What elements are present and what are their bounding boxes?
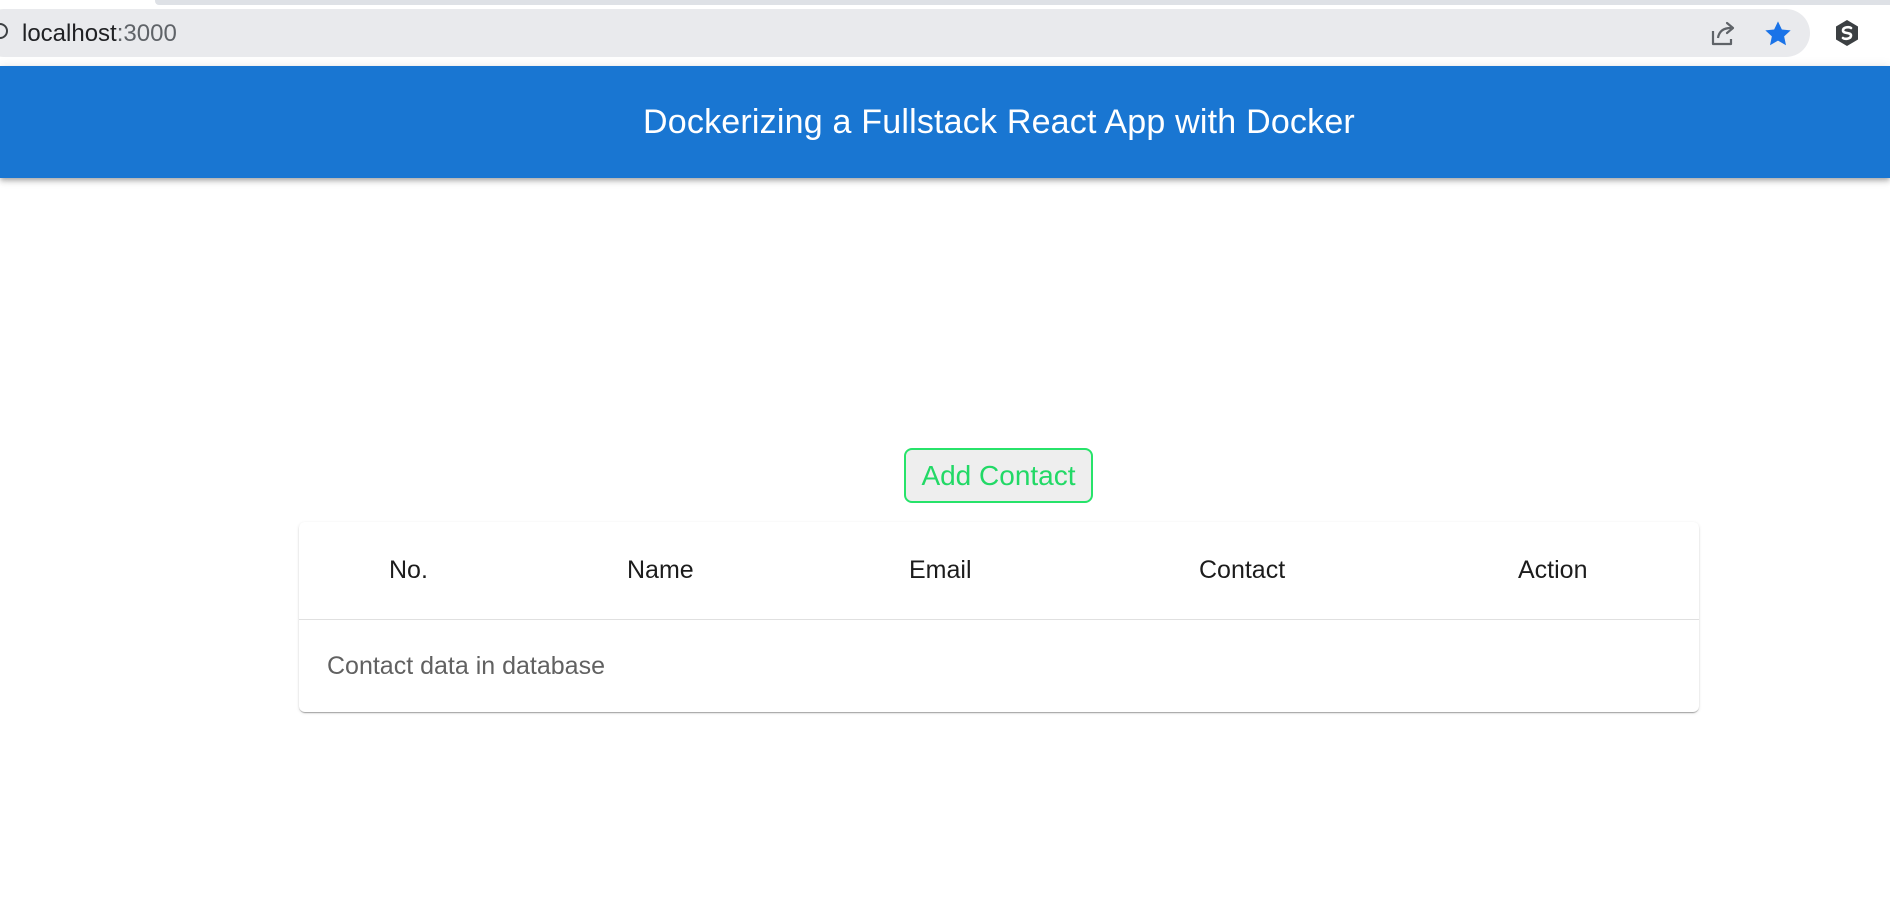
address-bar[interactable] bbox=[0, 9, 1810, 57]
bookmark-star-icon[interactable] bbox=[1762, 18, 1794, 50]
column-header-name: Name bbox=[627, 556, 694, 584]
extension-icon[interactable] bbox=[1832, 18, 1862, 48]
page-title: Dockerizing a Fullstack React App with D… bbox=[643, 102, 1355, 141]
column-header-action: Action bbox=[1518, 556, 1588, 584]
share-icon[interactable] bbox=[1708, 19, 1738, 49]
column-header-contact: Contact bbox=[1199, 556, 1286, 584]
column-header-email: Email bbox=[909, 556, 972, 584]
add-contact-button[interactable]: Add Contact bbox=[904, 448, 1093, 503]
app-header: Dockerizing a Fullstack React App with D… bbox=[0, 66, 1890, 178]
tab-strip-edge bbox=[155, 0, 1890, 5]
contacts-table: No. Name Email Contact Action Contact da… bbox=[299, 522, 1699, 712]
url-host: localhost bbox=[22, 20, 117, 47]
browser-toolbar: localhost:3000 bbox=[0, 0, 1890, 66]
table-header-row: No. Name Email Contact Action bbox=[299, 522, 1699, 620]
column-header-no: No. bbox=[389, 556, 428, 584]
url-text[interactable]: localhost:3000 bbox=[22, 20, 177, 48]
empty-message: Contact data in database bbox=[327, 652, 605, 680]
table-row: Contact data in database bbox=[299, 621, 1699, 712]
url-port: :3000 bbox=[116, 20, 177, 47]
